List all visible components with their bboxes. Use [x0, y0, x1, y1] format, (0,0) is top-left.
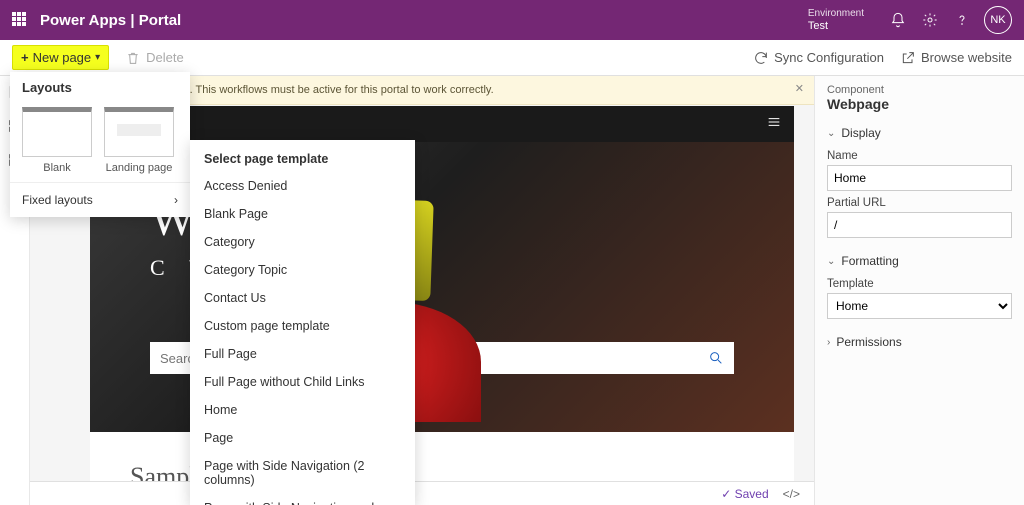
close-icon[interactable]: ✕	[795, 82, 804, 95]
external-link-icon	[900, 50, 916, 66]
source-code-button[interactable]: </>	[783, 487, 800, 501]
app-section: Portal	[139, 12, 182, 29]
layout-landing-page[interactable]: Landing page	[104, 107, 174, 174]
hamburger-icon[interactable]	[766, 114, 782, 135]
template-item[interactable]: Full Page	[190, 340, 415, 368]
fixed-layouts-button[interactable]: Fixed layouts ›	[10, 182, 190, 217]
chevron-right-icon: ›	[827, 337, 830, 348]
app-launcher-icon[interactable]	[12, 12, 28, 28]
formatting-section-header[interactable]: ⌄ Formatting	[827, 254, 1012, 268]
user-avatar[interactable]: NK	[984, 6, 1012, 34]
notifications-icon[interactable]	[882, 4, 914, 36]
chevron-down-icon: ⌄	[827, 128, 835, 139]
separator: |	[130, 12, 138, 29]
template-item[interactable]: Page with Side Navigation (2 columns)	[190, 452, 415, 494]
partial-url-label: Partial URL	[827, 197, 1012, 209]
sync-label: Sync Configuration	[774, 50, 884, 65]
saved-label: Saved	[735, 487, 769, 501]
sync-icon	[753, 50, 769, 66]
template-item[interactable]: Blank Page	[190, 200, 415, 228]
display-header-label: Display	[841, 126, 880, 140]
template-item[interactable]: Page with Side Navigation and Sidebar (3…	[190, 494, 415, 505]
name-input[interactable]	[827, 165, 1012, 191]
browse-label: Browse website	[921, 50, 1012, 65]
search-button[interactable]	[698, 342, 734, 374]
partial-url-input[interactable]	[827, 212, 1012, 238]
browse-website-button[interactable]: Browse website	[900, 50, 1012, 66]
template-label: Template	[827, 278, 1012, 290]
properties-pane: Component Webpage ⌄ Display Name Partial …	[814, 76, 1024, 505]
settings-icon[interactable]	[914, 4, 946, 36]
template-item[interactable]: Home	[190, 396, 415, 424]
env-label: Environment	[808, 7, 864, 20]
sync-configuration-button[interactable]: Sync Configuration	[753, 50, 884, 66]
chevron-right-icon: ›	[174, 193, 178, 207]
layout-blank[interactable]: Blank	[22, 107, 92, 174]
new-page-button[interactable]: + New page ▾	[12, 45, 109, 70]
help-icon[interactable]	[946, 4, 978, 36]
search-icon	[708, 350, 724, 366]
template-select[interactable]: Home	[827, 293, 1012, 319]
component-label: Component	[827, 84, 1012, 96]
name-label: Name	[827, 150, 1012, 162]
layout-blank-label: Blank	[22, 162, 92, 174]
formatting-header-label: Formatting	[841, 254, 898, 268]
env-value: Test	[808, 20, 864, 33]
template-item[interactable]: Page	[190, 424, 415, 452]
app-title: Power Apps | Portal	[40, 12, 181, 29]
delete-label: Delete	[146, 50, 184, 65]
app-name: Power Apps	[40, 12, 126, 29]
template-item[interactable]: Custom page template	[190, 312, 415, 340]
template-item[interactable]: Contact Us	[190, 284, 415, 312]
status-bar: ✓ Saved </>	[30, 481, 814, 505]
plus-icon: +	[21, 50, 29, 65]
component-name: Webpage	[827, 96, 1012, 112]
new-page-label: New page	[33, 50, 92, 65]
templates-header: Select page template	[190, 146, 415, 172]
chevron-down-icon: ⌄	[827, 256, 835, 267]
permissions-header-label: Permissions	[836, 335, 901, 349]
fixed-layouts-label: Fixed layouts	[22, 193, 93, 207]
template-item[interactable]: Access Denied	[190, 172, 415, 200]
trash-icon	[125, 50, 141, 66]
layouts-header: Layouts	[10, 72, 190, 103]
template-item[interactable]: Category	[190, 228, 415, 256]
chevron-down-icon: ▾	[95, 52, 100, 63]
layout-landing-label: Landing page	[104, 162, 174, 174]
layouts-popup: Layouts Blank Landing page Fixed layouts…	[10, 72, 190, 217]
template-item[interactable]: Category Topic	[190, 256, 415, 284]
permissions-section-header[interactable]: › Permissions	[827, 335, 1012, 349]
portal-navbar: ortal	[90, 106, 794, 142]
command-bar: + New page ▾ Delete Sync Configuration B…	[0, 40, 1024, 76]
app-header: Power Apps | Portal Environment Test NK	[0, 0, 1024, 40]
saved-status: ✓ Saved	[721, 487, 768, 501]
display-section-header[interactable]: ⌄ Display	[827, 126, 1012, 140]
templates-popup: Select page template Access DeniedBlank …	[190, 140, 415, 505]
environment-picker[interactable]: Environment Test	[808, 7, 864, 33]
delete-button[interactable]: Delete	[125, 50, 184, 66]
template-item[interactable]: Full Page without Child Links	[190, 368, 415, 396]
